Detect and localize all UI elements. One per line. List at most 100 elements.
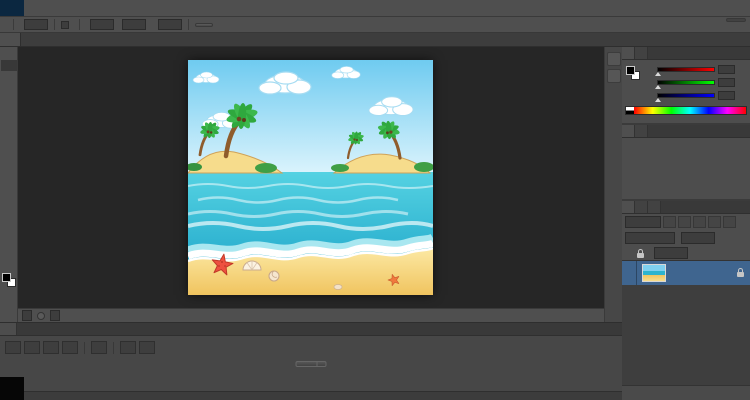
posterize-icon[interactable]: [663, 168, 682, 181]
crop-tool-icon[interactable]: [1, 93, 17, 104]
blend-mode-select[interactable]: [625, 232, 675, 244]
tab-color[interactable]: [622, 47, 635, 59]
color-spectrum-ramp[interactable]: [625, 106, 747, 115]
document-tab[interactable]: [0, 33, 21, 46]
create-video-timeline-button[interactable]: [296, 361, 318, 367]
zoom-level-field[interactable]: [22, 310, 32, 321]
pen-tool-icon[interactable]: [1, 203, 17, 214]
tab-paths[interactable]: [648, 201, 661, 213]
menu-select[interactable]: [84, 0, 96, 16]
tab-timeline[interactable]: [0, 323, 17, 335]
menu-layer[interactable]: [60, 0, 72, 16]
document-image[interactable]: [188, 60, 433, 295]
type-tool-icon[interactable]: [1, 214, 17, 225]
channel-mixer-icon[interactable]: [701, 155, 720, 168]
history-brush-tool-icon[interactable]: [1, 148, 17, 159]
audio-mute-button[interactable]: [91, 341, 107, 354]
background-layer-row[interactable]: [622, 261, 750, 285]
menu-image[interactable]: [48, 0, 60, 16]
lock-all-icon[interactable]: [637, 253, 644, 258]
photo-filter-icon[interactable]: [682, 155, 701, 168]
filter-type-layers-icon[interactable]: [693, 216, 706, 228]
foreground-color-swatch[interactable]: [626, 66, 635, 75]
hand-tool-icon[interactable]: [1, 247, 17, 258]
brush-tool-icon[interactable]: [1, 126, 17, 137]
canvas-area[interactable]: [18, 47, 604, 308]
menu-3d[interactable]: [108, 0, 120, 16]
feather-input[interactable]: [24, 19, 48, 30]
tab-layers[interactable]: [622, 201, 635, 213]
eraser-tool-icon[interactable]: [1, 159, 17, 170]
anti-alias-checkbox[interactable]: [61, 21, 69, 29]
tab-swatches[interactable]: [635, 47, 648, 59]
first-frame-button[interactable]: [5, 341, 21, 354]
red-slider[interactable]: [657, 67, 715, 72]
tab-styles[interactable]: [635, 125, 648, 137]
color-lookup-icon[interactable]: [625, 168, 644, 181]
background-lock-icon[interactable]: [737, 268, 744, 279]
split-clip-button[interactable]: [120, 341, 136, 354]
layer-filter-kind-select[interactable]: [625, 216, 661, 228]
layer-thumbnail[interactable]: [642, 264, 666, 282]
hue-saturation-icon[interactable]: [625, 155, 644, 168]
green-slider[interactable]: [657, 80, 715, 85]
move-tool-icon[interactable]: [1, 49, 17, 60]
filter-smart-objects-icon[interactable]: [723, 216, 736, 228]
quick-selection-tool-icon[interactable]: [1, 82, 17, 93]
eyedropper-tool-icon[interactable]: [1, 104, 17, 115]
blur-tool-icon[interactable]: [1, 181, 17, 192]
collapsed-properties-panel-icon[interactable]: [607, 69, 621, 83]
style-select[interactable]: [90, 19, 114, 30]
foreground-background-swatches[interactable]: [2, 273, 16, 287]
color-balance-icon[interactable]: [644, 155, 663, 168]
path-selection-tool-icon[interactable]: [1, 225, 17, 236]
black-white-icon[interactable]: [663, 155, 682, 168]
lasso-tool-icon[interactable]: [1, 71, 17, 82]
red-value-field[interactable]: [718, 65, 735, 74]
foreground-color-swatch[interactable]: [2, 273, 11, 282]
transition-button[interactable]: [139, 341, 155, 354]
menu-view[interactable]: [120, 0, 132, 16]
gradient-tool-icon[interactable]: [1, 170, 17, 181]
workspace-switcher-button[interactable]: [726, 18, 746, 22]
create-timeline-dropdown-icon[interactable]: [318, 361, 327, 367]
threshold-icon[interactable]: [682, 168, 701, 181]
screen-mode-icon[interactable]: [1, 300, 17, 311]
layer-visibility-eye-icon[interactable]: [622, 261, 637, 285]
blue-slider[interactable]: [657, 93, 715, 98]
rectangular-marquee-tool-icon[interactable]: [1, 60, 17, 71]
red-slider-thumb[interactable]: [655, 72, 661, 76]
menu-window[interactable]: [132, 0, 144, 16]
invert-icon[interactable]: [644, 168, 663, 181]
curves-icon[interactable]: [663, 142, 682, 155]
rectangle-tool-icon[interactable]: [1, 236, 17, 247]
previous-frame-button[interactable]: [24, 341, 40, 354]
green-slider-thumb[interactable]: [655, 85, 661, 89]
vibrance-icon[interactable]: [701, 142, 720, 155]
brightness-contrast-icon[interactable]: [625, 142, 644, 155]
menu-help[interactable]: [144, 0, 156, 16]
healing-brush-tool-icon[interactable]: [1, 115, 17, 126]
quick-mask-icon[interactable]: [1, 289, 17, 300]
blue-slider-thumb[interactable]: [655, 98, 661, 102]
zoom-tool-icon[interactable]: [1, 258, 17, 269]
next-frame-button[interactable]: [62, 341, 78, 354]
dodge-tool-icon[interactable]: [1, 192, 17, 203]
clone-stamp-tool-icon[interactable]: [1, 137, 17, 148]
filter-adjustment-layers-icon[interactable]: [678, 216, 691, 228]
tab-adjustments[interactable]: [622, 125, 635, 137]
timeline-scrollbar-track[interactable]: [0, 391, 622, 400]
refine-edge-button[interactable]: [195, 23, 213, 27]
color-panel-swatches[interactable]: [626, 66, 640, 80]
opacity-select[interactable]: [681, 232, 715, 244]
spectrum-black-white-swatch[interactable]: [626, 107, 634, 114]
filter-shape-layers-icon[interactable]: [708, 216, 721, 228]
filter-pixel-layers-icon[interactable]: [663, 216, 676, 228]
menu-file[interactable]: [24, 0, 36, 16]
tab-channels[interactable]: [635, 201, 648, 213]
blue-value-field[interactable]: [718, 91, 735, 100]
fill-select[interactable]: [654, 247, 688, 259]
levels-icon[interactable]: [644, 142, 663, 155]
spectrum-rainbow-ramp[interactable]: [634, 107, 746, 114]
width-input[interactable]: [122, 19, 146, 30]
